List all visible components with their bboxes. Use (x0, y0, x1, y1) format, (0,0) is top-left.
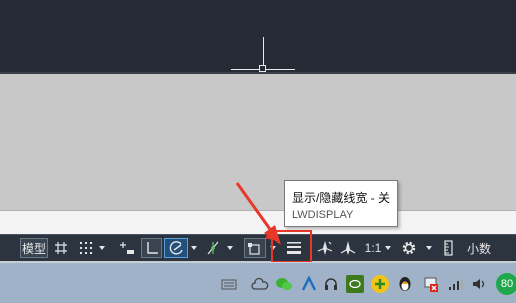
wechat-icon[interactable] (275, 275, 293, 293)
taskbar: 80 (0, 262, 516, 303)
badge-count: 80 (500, 278, 514, 290)
nvidia-icon[interactable] (346, 275, 364, 293)
keyboard-icon[interactable] (220, 275, 238, 293)
red-arrow (235, 182, 281, 245)
notification-badge[interactable]: 80 (496, 273, 516, 295)
volume-icon[interactable] (471, 275, 489, 293)
headset-icon[interactable] (322, 275, 340, 293)
autodesk-icon[interactable] (300, 275, 318, 293)
signal-strength-icon[interactable] (447, 275, 465, 293)
network-error-icon[interactable] (422, 275, 440, 293)
tooltip-command: LWDISPLAY (292, 209, 354, 221)
cloud-icon[interactable] (251, 275, 269, 293)
lineweight-tooltip: 显示/隐藏线宽 - 关 LWDISPLAY (284, 180, 398, 227)
tooltip-title: 显示/隐藏线宽 - 关 (292, 191, 390, 205)
qq-penguin-icon[interactable] (396, 275, 414, 293)
plus-shield-icon[interactable] (371, 275, 389, 293)
